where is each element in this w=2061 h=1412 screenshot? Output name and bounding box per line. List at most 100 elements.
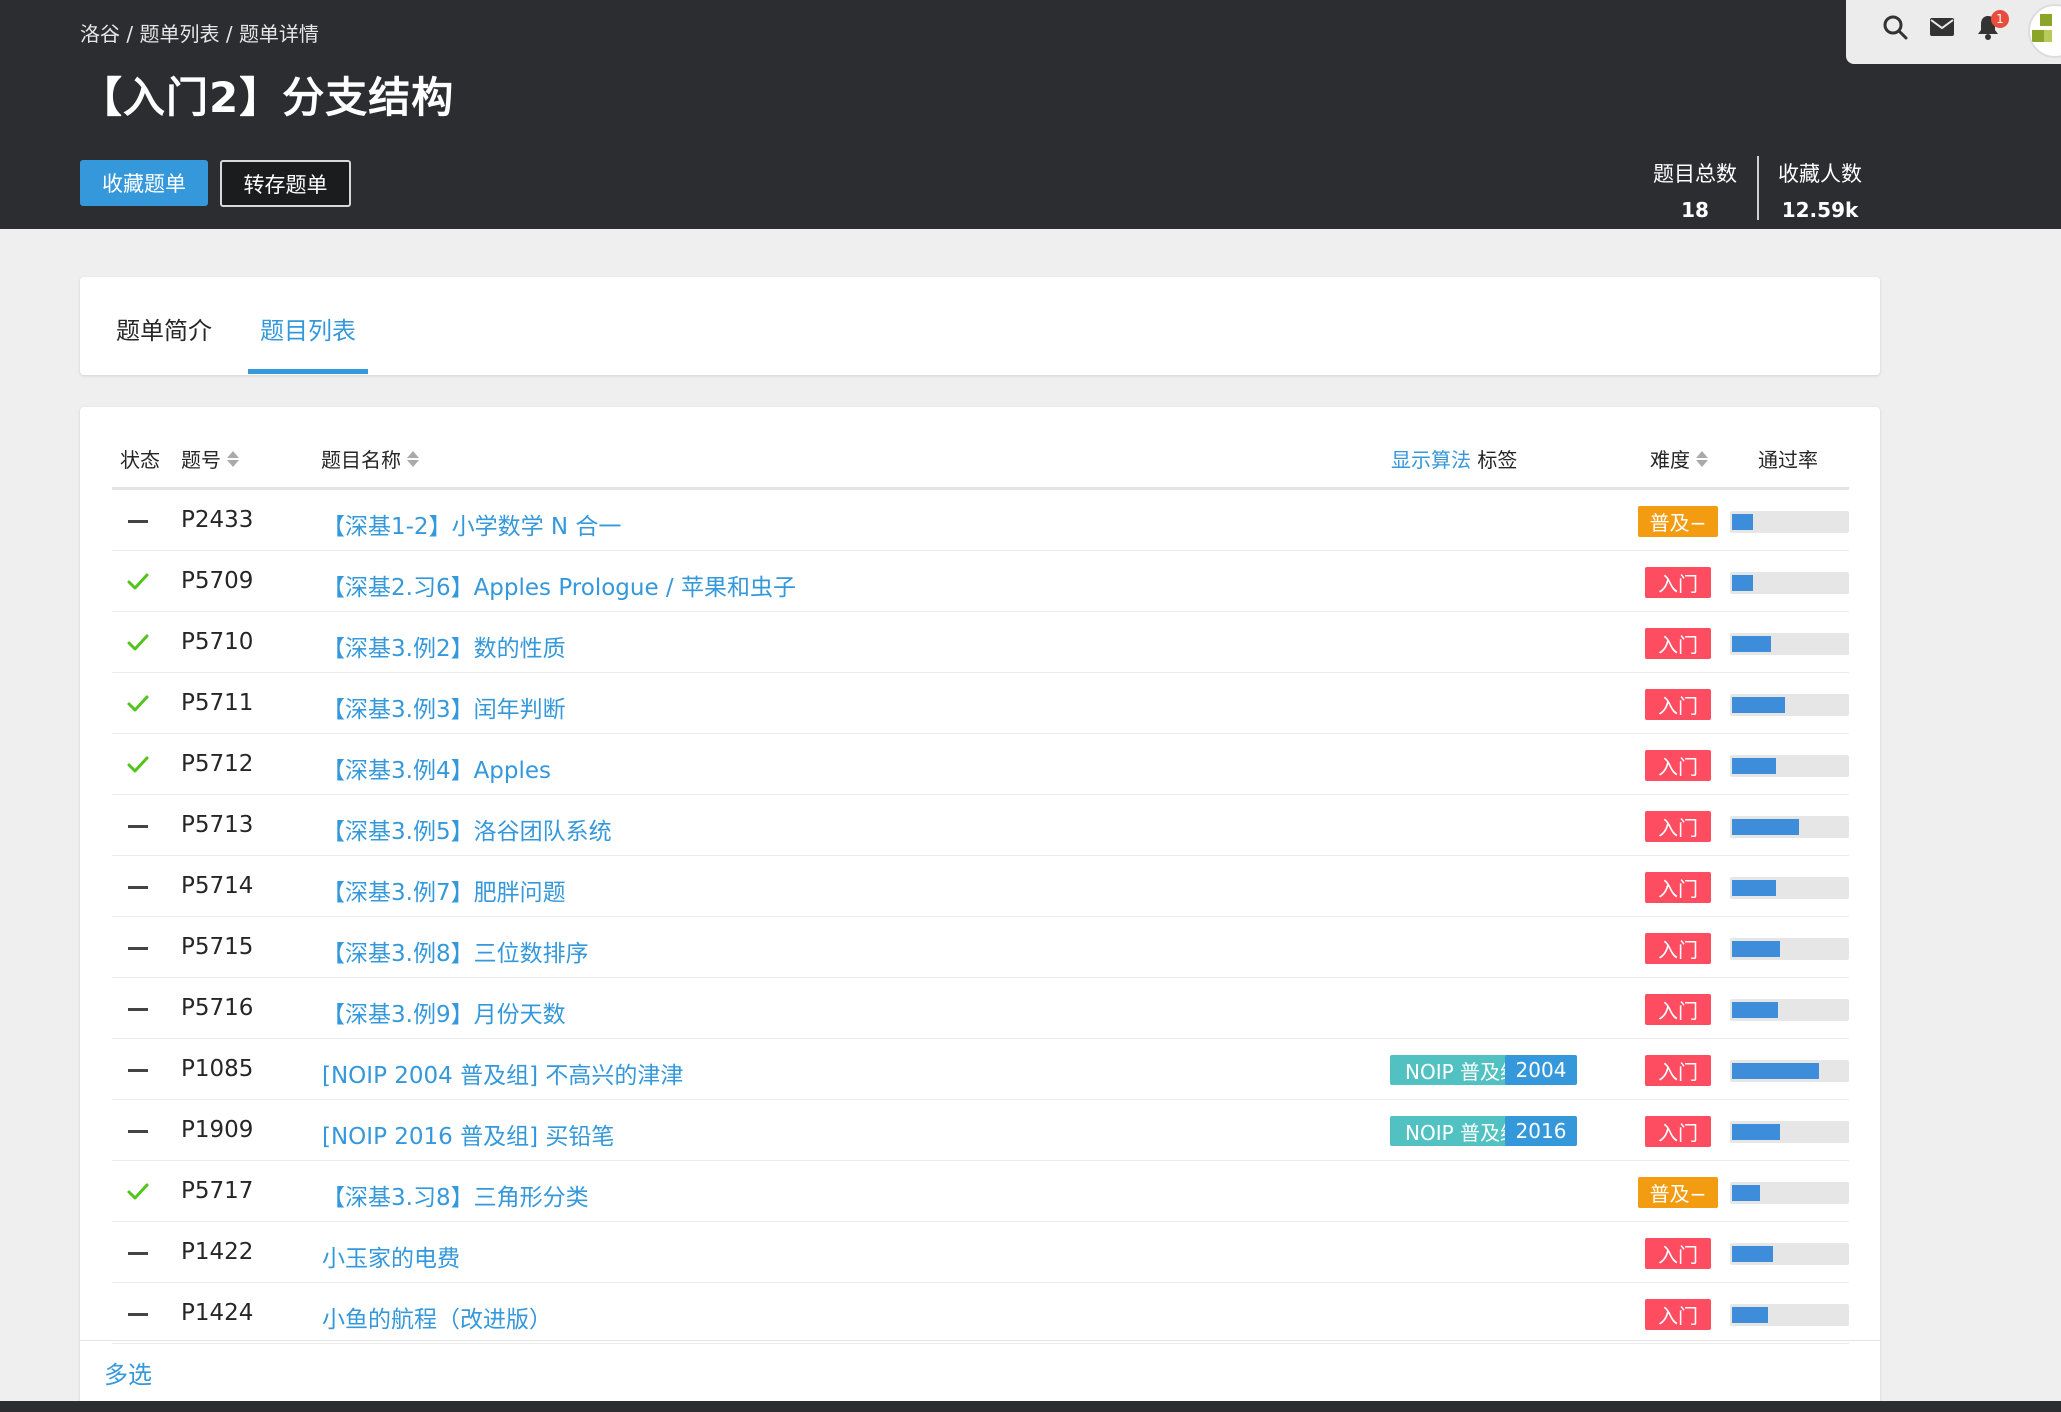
header-difficulty[interactable]: 难度 [1650, 444, 1708, 473]
breadcrumb-home[interactable]: 洛谷 [80, 18, 120, 47]
pass-rate-fill [1732, 1124, 1780, 1140]
problem-title-link[interactable]: 【深基3.例2】数的性质 [322, 629, 566, 663]
difficulty-badge: 入门 [1645, 628, 1711, 659]
pass-rate-bar [1730, 1243, 1849, 1265]
stat-total-label: 题目总数 [1653, 162, 1737, 186]
stat-divider [1757, 156, 1759, 220]
table-row[interactable]: P2433 【深基1-2】小学数学 N 合一 普及− [112, 490, 1849, 551]
problem-title-link[interactable]: 【深基1-2】小学数学 N 合一 [322, 507, 621, 541]
difficulty-badge: 入门 [1645, 689, 1711, 720]
pass-rate-fill [1732, 636, 1771, 652]
pass-rate-fill [1732, 697, 1785, 713]
header-status: 状态 [120, 448, 160, 472]
difficulty-badge: 入门 [1645, 1238, 1711, 1269]
header-pid[interactable]: 题号 [181, 444, 239, 473]
header-name[interactable]: 题目名称 [321, 444, 419, 473]
problem-tag[interactable]: 2004 [1505, 1055, 1577, 1085]
problem-id: P5715 [181, 934, 254, 960]
pass-rate-bar [1730, 1182, 1849, 1204]
check-icon [126, 631, 150, 655]
sort-icon[interactable] [407, 449, 419, 469]
pass-rate-bar [1730, 938, 1849, 960]
problem-title-link[interactable]: 【深基3.例5】洛谷团队系统 [322, 812, 612, 846]
table-row[interactable]: P5714 【深基3.例7】肥胖问题 入门 [112, 856, 1849, 917]
problem-tag[interactable]: 2016 [1505, 1116, 1577, 1146]
problem-id: P5716 [181, 995, 254, 1021]
pass-rate-fill [1732, 941, 1780, 957]
difficulty-badge: 入门 [1645, 567, 1711, 598]
dash-icon [126, 509, 150, 533]
problem-title-link[interactable]: 【深基3.习8】三角形分类 [322, 1178, 589, 1212]
header-name-label: 题目名称 [321, 448, 401, 472]
table-row[interactable]: P1422 小玉家的电费 入门 [112, 1222, 1849, 1283]
difficulty-badge: 普及− [1638, 506, 1718, 537]
notification-badge: 1 [1991, 10, 2009, 28]
problem-title-link[interactable]: 【深基3.例9】月份天数 [322, 995, 566, 1029]
favorite-list-button[interactable]: 收藏题单 [80, 160, 208, 206]
problem-id: P5717 [181, 1178, 254, 1204]
table-row[interactable]: P1424 小鱼的航程（改进版） 入门 [112, 1283, 1849, 1344]
pass-rate-bar [1730, 816, 1849, 838]
problem-id: P5712 [181, 751, 254, 777]
bottom-bar [0, 1401, 2061, 1412]
sort-icon[interactable] [1696, 449, 1708, 469]
table-row[interactable]: P1909 [NOIP 2016 普及组] 买铅笔 NOIP 普及组 2016 入门 [112, 1100, 1849, 1161]
problem-title-link[interactable]: 【深基3.例4】Apples [322, 751, 551, 785]
difficulty-badge: 入门 [1645, 1055, 1711, 1086]
search-icon[interactable] [1880, 12, 1910, 42]
pass-rate-fill [1732, 880, 1776, 896]
problem-title-link[interactable]: [NOIP 2016 普及组] 买铅笔 [322, 1117, 614, 1151]
save-list-button[interactable]: 转存题单 [220, 160, 351, 207]
problem-title-link[interactable]: 【深基3.例7】肥胖问题 [322, 873, 566, 907]
tabs-card: 题单简介 题目列表 [80, 277, 1880, 375]
multi-select-link[interactable]: 多选 [104, 1355, 152, 1390]
stat-favorites-label: 收藏人数 [1778, 162, 1862, 186]
problem-title-link[interactable]: [NOIP 2004 普及组] 不高兴的津津 [322, 1056, 683, 1090]
mail-icon[interactable] [1927, 12, 1957, 42]
dash-icon [126, 875, 150, 899]
check-icon [126, 570, 150, 594]
pass-rate-fill [1732, 575, 1753, 591]
page-header: 洛谷 / 题单列表 / 题单详情 【入门2】分支结构 收藏题单 转存题单 题目总… [0, 0, 2061, 229]
problem-title-link[interactable]: 【深基3.例3】闰年判断 [322, 690, 566, 724]
table-row[interactable]: P5710 【深基3.例2】数的性质 入门 [112, 612, 1849, 673]
pass-rate-bar [1730, 877, 1849, 899]
pass-rate-fill [1732, 819, 1799, 835]
difficulty-badge: 入门 [1645, 750, 1711, 781]
problem-id: P2433 [181, 507, 254, 533]
show-algorithm-toggle[interactable]: 显示算法 [1391, 444, 1471, 473]
table-row[interactable]: P5712 【深基3.例4】Apples 入门 [112, 734, 1849, 795]
pass-rate-bar [1730, 755, 1849, 777]
breadcrumb-problem-lists[interactable]: 题单列表 [139, 18, 219, 47]
problem-title-link[interactable]: 小鱼的航程（改进版） [322, 1300, 552, 1334]
table-row[interactable]: P5709 【深基2.习6】Apples Prologue / 苹果和虫子 入门 [112, 551, 1849, 612]
tab-intro[interactable]: 题单简介 [116, 311, 212, 346]
table-row[interactable]: P5717 【深基3.习8】三角形分类 普及− [112, 1161, 1849, 1222]
check-icon [126, 692, 150, 716]
stat-favorites: 收藏人数 12.59k [1775, 158, 1865, 222]
pass-rate-bar [1730, 694, 1849, 716]
sort-icon[interactable] [227, 449, 239, 469]
pass-rate-bar [1730, 1304, 1849, 1326]
pass-rate-bar [1730, 1060, 1849, 1082]
pass-rate-bar [1730, 572, 1849, 594]
pass-rate-fill [1732, 1002, 1778, 1018]
problem-title-link[interactable]: 【深基3.例8】三位数排序 [322, 934, 589, 968]
table-row[interactable]: P5711 【深基3.例3】闰年判断 入门 [112, 673, 1849, 734]
dash-icon [126, 1302, 150, 1326]
table-row[interactable]: P5716 【深基3.例9】月份天数 入门 [112, 978, 1849, 1039]
breadcrumb-current: 题单详情 [238, 22, 319, 46]
difficulty-badge: 入门 [1645, 872, 1711, 903]
tab-problem-list[interactable]: 题目列表 [260, 311, 356, 346]
table-row[interactable]: P5713 【深基3.例5】洛谷团队系统 入门 [112, 795, 1849, 856]
table-row[interactable]: P5715 【深基3.例8】三位数排序 入门 [112, 917, 1849, 978]
difficulty-badge: 入门 [1645, 811, 1711, 842]
breadcrumb-sep: / [225, 22, 233, 46]
problem-title-link[interactable]: 【深基2.习6】Apples Prologue / 苹果和虫子 [322, 568, 796, 602]
stat-favorites-value: 12.59k [1781, 198, 1859, 222]
dash-icon [126, 1058, 150, 1082]
check-icon [126, 1180, 150, 1204]
table-row[interactable]: P1085 [NOIP 2004 普及组] 不高兴的津津 NOIP 普及组 2004 入… [112, 1039, 1849, 1100]
pass-rate-fill [1732, 1185, 1760, 1201]
problem-title-link[interactable]: 小玉家的电费 [322, 1239, 460, 1273]
